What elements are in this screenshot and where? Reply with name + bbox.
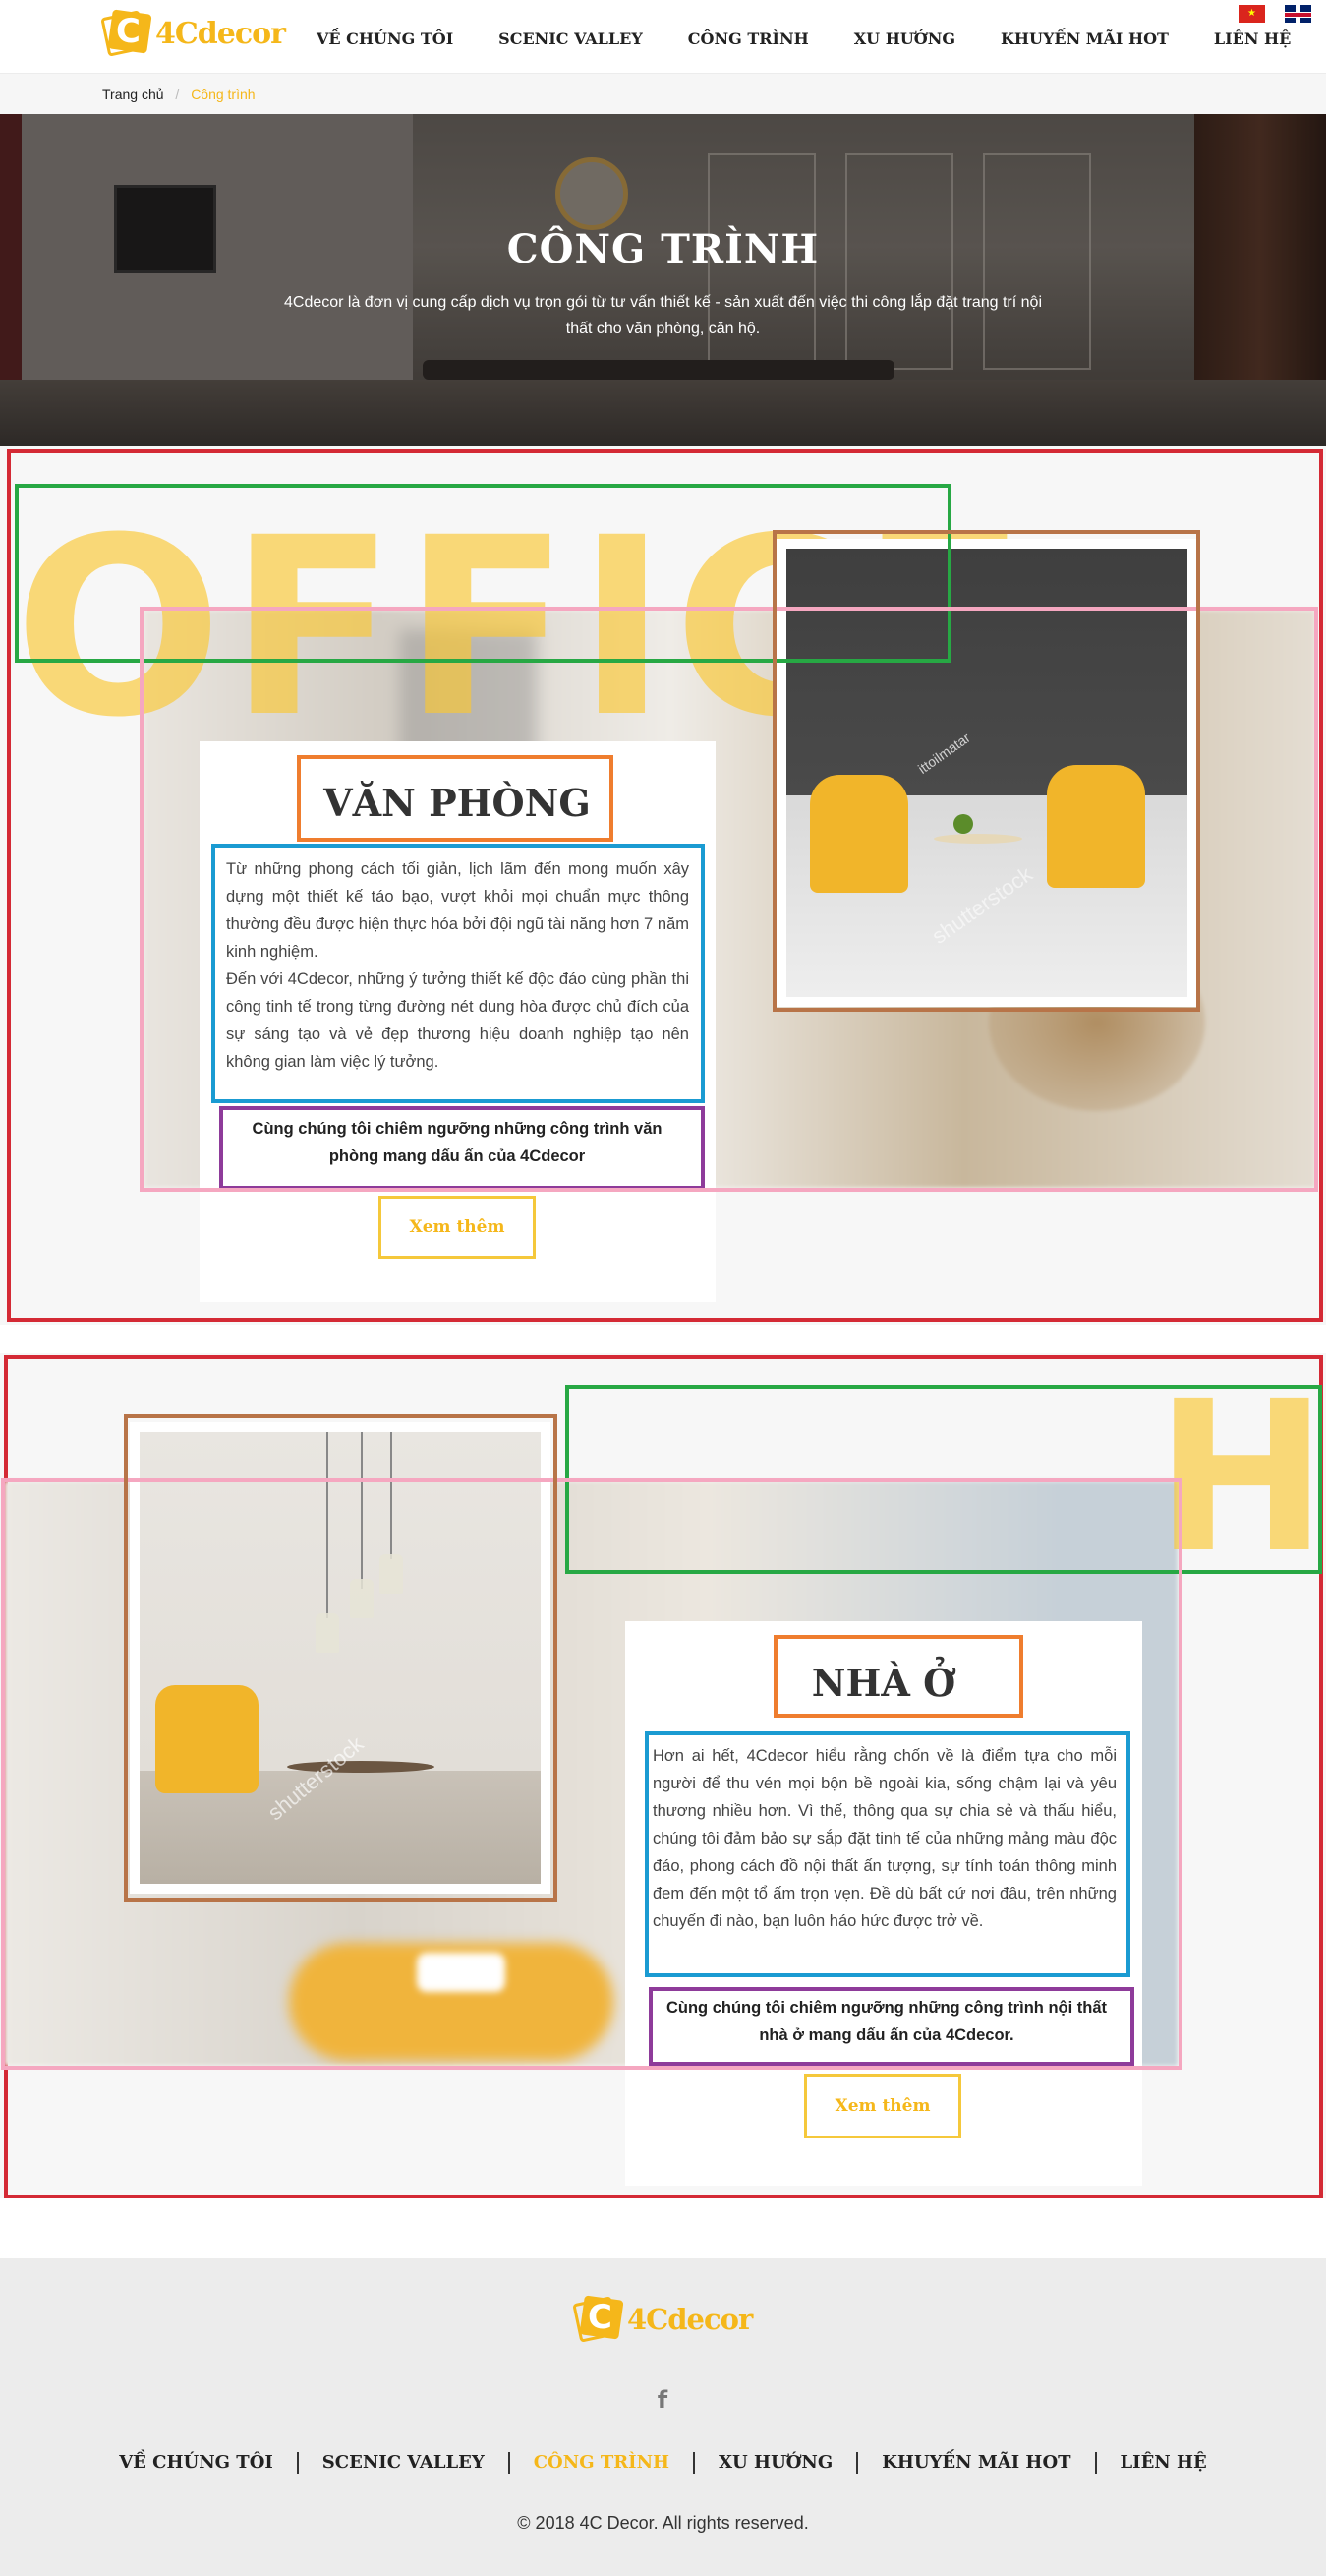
footer-nav-projects[interactable]: CÔNG TRÌNH	[510, 2452, 696, 2474]
office-description-p1: Từ những phong cách tối giản, lịch lãm đ…	[226, 860, 689, 961]
home-see-more-button[interactable]: Xem thêm	[804, 2074, 961, 2138]
hero-subtitle: 4Cdecor là đơn vị cung cấp dịch vụ trọn …	[283, 294, 1042, 337]
footer-nav: VỀ CHÚNG TÔI SCENIC VALLEY CÔNG TRÌNH XU…	[0, 2452, 1326, 2474]
office-photo: shutterstock ittoilmatar	[777, 539, 1197, 1007]
office-card: VĂN PHÒNG Từ những phong cách tối giản, …	[200, 741, 716, 1302]
copyright: © 2018 4C Decor. All rights reserved.	[517, 2513, 809, 2533]
office-quote: Cùng chúng tôi chiêm ngưỡng những công t…	[252, 1120, 663, 1165]
nav-trends[interactable]: XU HƯỚNG	[854, 29, 955, 48]
home-quote: Cùng chúng tôi chiêm ngưỡng những công t…	[665, 1999, 1108, 2044]
office-description: Từ những phong cách tối giản, lịch lãm đ…	[226, 855, 689, 1076]
breadcrumb-separator: /	[175, 87, 180, 102]
nav-about[interactable]: VỀ CHÚNG TÔI	[317, 29, 453, 48]
uk-flag-icon[interactable]	[1285, 5, 1311, 23]
hero-banner: CÔNG TRÌNH 4Cdecor là đơn vị cung cấp dị…	[0, 114, 1326, 446]
office-photo-credit: ittoilmatar	[914, 730, 973, 777]
office-see-more-button[interactable]: Xem thêm	[378, 1196, 536, 1259]
site-header: C 4Cdecor VỀ CHÚNG TÔI SCENIC VALLEY CÔN…	[0, 0, 1326, 73]
home-photo-watermark: shutterstock	[262, 1730, 369, 1826]
footer-nav-contact[interactable]: LIÊN HỆ	[1097, 2452, 1231, 2474]
footer-logo[interactable]: C 4Cdecor	[572, 2295, 753, 2343]
nav-projects[interactable]: CÔNG TRÌNH	[684, 29, 812, 50]
office-title: VĂN PHÒNG	[323, 781, 591, 825]
home-big-word: H	[1155, 1357, 1326, 1598]
office-section: OFFICE VĂN PHÒNG Từ những phong cách tối…	[0, 446, 1326, 1325]
main-nav: VỀ CHÚNG TÔI SCENIC VALLEY CÔNG TRÌNH XU…	[317, 29, 1326, 50]
nav-contact[interactable]: LIÊN HỆ	[1214, 29, 1291, 48]
vietnam-flag-icon[interactable]: ★	[1239, 5, 1265, 23]
breadcrumb-home-link[interactable]: Trang chủ	[102, 87, 164, 102]
breadcrumb: Trang chủ / Công trình	[0, 73, 1326, 114]
hero-title: CÔNG TRÌNH	[506, 226, 820, 272]
footer-logo-text: 4Cdecor	[627, 2303, 753, 2336]
logo-text: 4Cdecor	[155, 16, 286, 51]
site-logo[interactable]: C 4Cdecor	[100, 8, 286, 59]
site-footer: C 4Cdecor f VỀ CHÚNG TÔI SCENIC VALLEY C…	[0, 2258, 1326, 2576]
footer-nav-about[interactable]: VỀ CHÚNG TÔI	[95, 2452, 299, 2474]
logo-mark-icon: C	[100, 9, 153, 57]
footer-nav-scenic-valley[interactable]: SCENIC VALLEY	[299, 2452, 510, 2474]
facebook-icon[interactable]: f	[653, 2386, 672, 2414]
home-description: Hơn ai hết, 4Cdecor hiểu rằng chốn về là…	[653, 1747, 1117, 1930]
home-section: H shutterstock NHÀ Ở Hơn ai hết, 4Cdecor…	[0, 1353, 1326, 2198]
footer-logo-mark-icon: C	[572, 2295, 625, 2343]
office-description-p2: Đến với 4Cdecor, những ý tưởng thiết kế …	[226, 970, 689, 1071]
home-title: NHÀ Ở	[811, 1661, 956, 1705]
office-photo-watermark: shutterstock	[927, 861, 1037, 949]
footer-nav-promotions[interactable]: KHUYẾN MÃI HOT	[858, 2452, 1097, 2474]
nav-promotions[interactable]: KHUYẾN MÃI HOT	[1001, 29, 1169, 48]
footer-nav-trends[interactable]: XU HƯỚNG	[695, 2452, 859, 2474]
breadcrumb-current: Công trình	[191, 87, 256, 102]
home-card: NHÀ Ở Hơn ai hết, 4Cdecor hiểu rằng chốn…	[625, 1621, 1142, 2186]
home-photo: shutterstock	[130, 1422, 550, 1894]
nav-scenic-valley[interactable]: SCENIC VALLEY	[498, 29, 643, 48]
language-switcher: ★	[1239, 5, 1311, 23]
